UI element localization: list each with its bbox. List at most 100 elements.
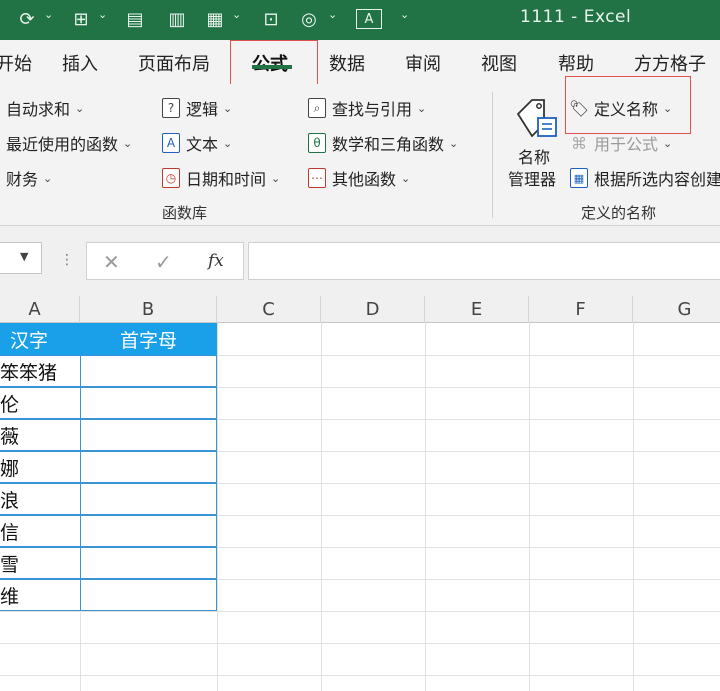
more-functions-button[interactable]: ⋯ 其他函数 ⌄ [308,166,410,190]
cell-a: 的笨笨猪 [0,361,58,384]
redo-dropdown-icon[interactable]: ⌄ [44,8,53,21]
enter-icon[interactable]: ✓ [155,250,172,274]
gridline [321,323,322,691]
define-name-highlight [565,76,691,134]
pivot-dropdown-icon[interactable]: ⌄ [232,8,241,21]
cell-a: 流浪 [0,489,20,512]
name-manager-label-line1[interactable]: 名称 [518,144,550,168]
logic-icon: ? [162,98,180,118]
chevron-down-icon: ⌄ [449,136,459,150]
formula-input[interactable] [248,242,720,280]
column-header-b[interactable]: B [80,296,217,323]
column-header-c[interactable]: C [217,296,321,323]
header-cell-a[interactable]: 汉字 [0,323,80,355]
tab-insert[interactable]: 插入 [62,50,98,76]
date-time-button[interactable]: ◷ 日期和时间 ⌄ [162,166,280,190]
shapes-icon[interactable]: ◎ [296,6,322,32]
table-row[interactable]: 流浪 [0,483,81,515]
cell-b[interactable] [80,579,217,611]
gridline [425,323,426,691]
name-manager-label-line2[interactable]: 管理器 [508,166,556,190]
formula-bar: ✕ ✓ fx [0,226,720,296]
chevron-down-icon: ⌄ [401,171,411,185]
column-header-g[interactable]: G [633,296,720,323]
chevron-down-icon: ⌄ [43,171,53,185]
gridline [217,323,218,691]
cell-b[interactable] [80,451,217,483]
camera-icon[interactable]: ⊡ [258,6,284,32]
math-icon: θ [308,133,326,153]
gridline [529,323,530,691]
column-header-f[interactable]: F [529,296,633,323]
create-from-selection-button[interactable]: ▦ 根据所选内容创建 [570,166,720,190]
tab-page-layout[interactable]: 页面布局 [138,50,210,76]
function-library-group-label: 函数库 [162,204,208,222]
chevron-down-icon: ⌄ [417,101,427,115]
cell-a: 蓓娜 [0,457,20,480]
tab-view[interactable]: 视图 [481,50,517,76]
table-row[interactable]: 青薇 [0,419,81,451]
table-row[interactable]: 小伦 [0,387,81,419]
gridline [0,675,720,676]
title-bar: ⟳ ⌄ ⊞ ⌄ ▤ ▥ ▦ ⌄ ⊡ ◎ ⌄ A ⌄ 1111 - Excel [0,0,720,40]
column-header-e[interactable]: E [425,296,529,323]
document-title: 1111 - Excel [520,7,632,27]
form-icon[interactable]: ▤ [122,6,148,32]
insert-function-icon[interactable]: fx [208,251,224,271]
table-row[interactable]: 蓓娜 [0,451,81,483]
lookup-reference-button[interactable]: ⌕ 查找与引用 ⌄ [308,96,426,120]
use-in-formula-button[interactable]: ⌘ 用于公式 ⌄ [570,131,672,155]
text-button[interactable]: A 文本 ⌄ [162,131,232,155]
financial-button[interactable]: 财务 ⌄ [6,166,52,190]
tab-home[interactable]: 开始 [0,50,32,76]
tab-fangfang-gezi[interactable]: 方方格子 [634,50,706,76]
chevron-down-icon: ⌄ [663,136,673,150]
chevron-down-icon: ⌄ [271,171,281,185]
cell-b[interactable] [80,483,217,515]
header-cell-b[interactable]: 首字母 [80,323,217,355]
cell-b[interactable] [80,515,217,547]
table-row[interactable]: 飞雪 [0,547,81,579]
name-manager-icon [516,99,557,138]
formula-bar-resize-handle[interactable]: ⋮ [60,252,74,268]
clock-icon: ◷ [162,168,180,188]
gridline [633,323,634,691]
table-row[interactable]: 阿维 [0,579,81,611]
pivot-icon[interactable]: ▦ [202,6,228,32]
name-box-dropdown-icon[interactable]: ▼ [20,250,28,263]
formula-buttons: ✕ ✓ fx [86,242,244,280]
tab-help[interactable]: 帮助 [558,50,594,76]
textbox-icon[interactable]: A [356,9,382,29]
cell-b[interactable] [80,355,217,387]
gridline [0,611,720,612]
cell-a: 小伦 [0,393,20,416]
column-header-a[interactable]: A [0,296,80,323]
recently-used-button[interactable]: 最近使用的函数 ⌄ [6,131,132,155]
text-icon: A [162,133,180,153]
ribbon-group-divider [492,92,493,218]
cell-b[interactable] [80,419,217,451]
autosum-button[interactable]: 自动求和 ⌄ [6,96,84,120]
table-row[interactable]: 的笨笨猪 [0,355,81,387]
tab-data[interactable]: 数据 [329,50,365,76]
cell-a: 纵信 [0,521,20,544]
borders-dropdown-icon[interactable]: ⌄ [98,8,107,21]
cell-b[interactable] [80,547,217,579]
lookup-icon: ⌕ [308,98,326,118]
cell-b[interactable] [80,387,217,419]
redo-icon[interactable]: ⟳ [14,6,40,32]
worksheet-grid[interactable]: 汉字 首字母 的笨笨猪 小伦 青薇 蓓娜 流浪 纵信 飞雪 阿维 [0,323,720,691]
table-row[interactable]: 纵信 [0,515,81,547]
chevron-down-icon: ⌄ [223,136,233,150]
cell-a: 飞雪 [0,553,20,576]
customize-qat-icon[interactable]: ⌄ [400,8,409,21]
shapes-dropdown-icon[interactable]: ⌄ [328,8,337,21]
tab-review[interactable]: 审阅 [405,50,441,76]
chart-icon[interactable]: ▥ [164,6,190,32]
chevron-down-icon: ⌄ [75,101,85,115]
math-trig-button[interactable]: θ 数学和三角函数 ⌄ [308,131,458,155]
column-header-d[interactable]: D [321,296,425,323]
logical-button[interactable]: ? 逻辑 ⌄ [162,96,232,120]
borders-icon[interactable]: ⊞ [68,6,94,32]
cancel-icon[interactable]: ✕ [103,250,120,274]
